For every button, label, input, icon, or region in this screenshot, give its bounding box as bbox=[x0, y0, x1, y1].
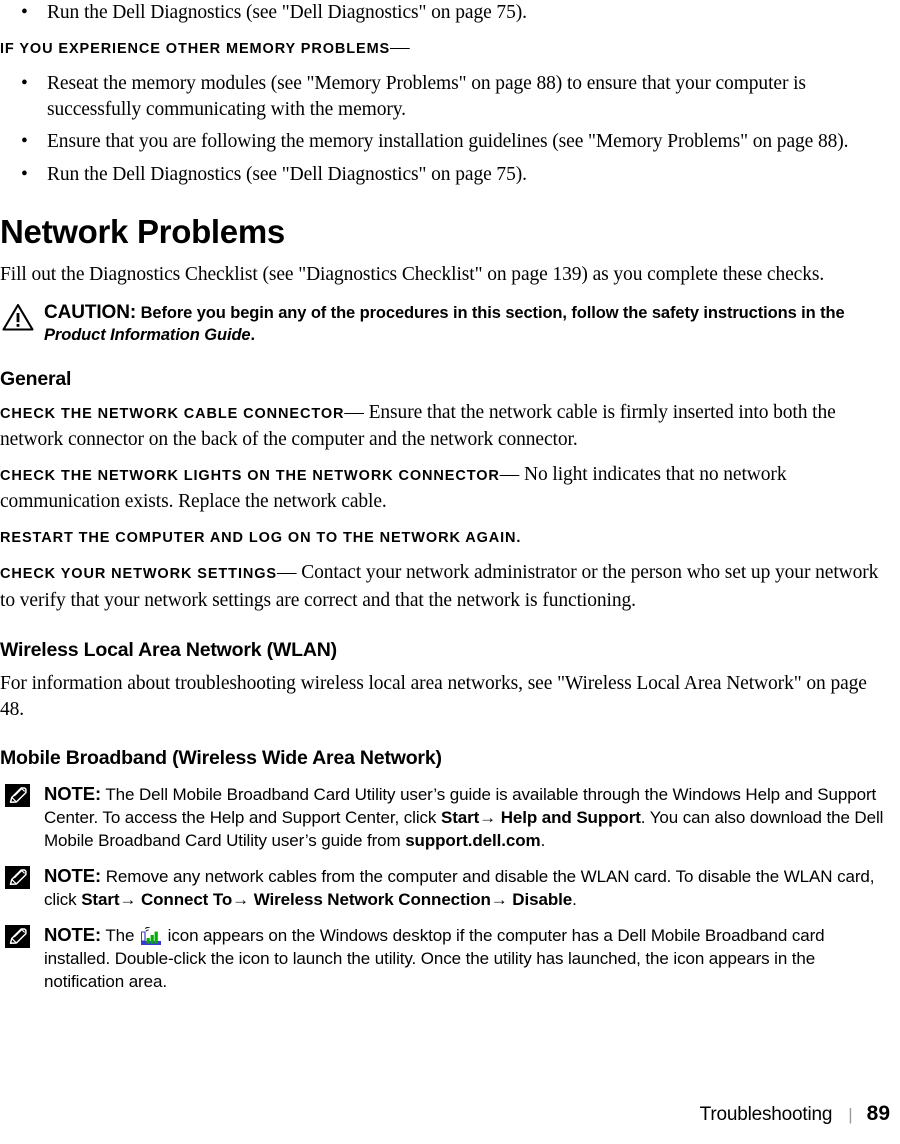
note-segment-3: . bbox=[540, 831, 546, 850]
section-title-network-problems: Network Problems bbox=[0, 213, 285, 250]
runin-heading-dash: — bbox=[277, 562, 297, 583]
runin-heading-label: RESTART THE COMPUTER AND LOG ON TO THE N… bbox=[0, 529, 522, 546]
subsection-title-mobile-broadband: Mobile Broadband (Wireless Wide Area Net… bbox=[0, 747, 442, 769]
runin-check-network-settings: CHECK YOUR NETWORK SETTINGS— Contact you… bbox=[0, 560, 890, 613]
note-pencil-icon bbox=[5, 784, 30, 807]
bullet-dot-icon: • bbox=[21, 163, 28, 185]
note-label: NOTE: bbox=[44, 783, 102, 804]
page-content: • Run the Dell Diagnostics (see "Dell Di… bbox=[0, 0, 890, 993]
warning-triangle-icon bbox=[2, 303, 34, 331]
note-text: NOTE: Remove any network cables from the… bbox=[44, 864, 890, 911]
caution-block: CAUTION: Before you begin any of the pro… bbox=[0, 302, 890, 346]
footer-page-number: 89 bbox=[866, 1102, 890, 1125]
caution-text: CAUTION: Before you begin any of the pro… bbox=[44, 302, 890, 346]
runin-check-network-lights: CHECK THE NETWORK LIGHTS ON THE NETWORK … bbox=[0, 462, 890, 515]
note-bold-1: Start→ Help and Support bbox=[440, 808, 641, 827]
note-block-1: NOTE: The Dell Mobile Broadband Card Uti… bbox=[0, 782, 890, 852]
note-label: NOTE: bbox=[44, 865, 102, 886]
note-block-3: NOTE: The icon appears on the Windows de… bbox=[0, 923, 890, 993]
list-item-label: Ensure that you are following the memory… bbox=[47, 131, 849, 152]
note-pencil-icon bbox=[5, 925, 30, 948]
caution-label: CAUTION: bbox=[44, 301, 137, 323]
list-item-label: Reseat the memory modules (see "Memory P… bbox=[47, 73, 806, 120]
runin-heading-label: CHECK THE NETWORK LIGHTS ON THE NETWORK … bbox=[0, 467, 500, 484]
runin-heading-memory-problems: IF YOU EXPERIENCE OTHER MEMORY PROBLEMS— bbox=[0, 35, 890, 63]
caution-text-before: Before you begin any of the procedures i… bbox=[140, 303, 845, 322]
runin-heading-dash: — bbox=[499, 463, 520, 485]
note-segment-2: icon appears on the Windows desktop if t… bbox=[44, 926, 825, 991]
runin-heading-label: IF YOU EXPERIENCE OTHER MEMORY PROBLEMS bbox=[0, 40, 391, 57]
note-bold-2: support.dell.com bbox=[405, 831, 541, 850]
footer-section-title: Troubleshooting bbox=[699, 1104, 833, 1125]
runin-heading-dash: — bbox=[344, 401, 364, 423]
wlan-paragraph: For information about troubleshooting wi… bbox=[0, 673, 867, 720]
runin-check-network-cable-connector: CHECK THE NETWORK CABLE CONNECTOR— Ensur… bbox=[0, 400, 890, 453]
note-segment-2: . bbox=[572, 890, 577, 909]
page-footer: Troubleshooting | 89 bbox=[0, 1102, 900, 1126]
note-label: NOTE: bbox=[44, 924, 102, 945]
subsection-title-general: General bbox=[0, 367, 72, 390]
runin-heading-dash: — bbox=[390, 36, 410, 58]
footer-separator: | bbox=[848, 1105, 853, 1124]
note-bold-1: Start→ Connect To→ Wireless Network Conn… bbox=[81, 890, 573, 909]
note-text: NOTE: The icon appears on the Windows de… bbox=[44, 923, 890, 993]
note-block-2: NOTE: Remove any network cables from the… bbox=[0, 864, 890, 911]
caution-text-after: . bbox=[250, 325, 256, 344]
list-item: • Run the Dell Diagnostics (see "Dell Di… bbox=[0, 0, 890, 26]
note-text: NOTE: The Dell Mobile Broadband Card Uti… bbox=[44, 782, 890, 852]
bullet-dot-icon: • bbox=[21, 2, 28, 23]
note-segment-1: The bbox=[105, 926, 140, 945]
caution-guide-title: Product Information Guide bbox=[44, 325, 251, 344]
memory-top-bullet-list: • Run the Dell Diagnostics (see "Dell Di… bbox=[0, 0, 890, 26]
bullet-dot-icon: • bbox=[21, 131, 28, 152]
bullet-dot-icon: • bbox=[21, 73, 28, 94]
memory-bullet-list: • Reseat the memory modules (see "Memory… bbox=[0, 71, 890, 187]
network-intro-paragraph: Fill out the Diagnostics Checklist (see … bbox=[0, 264, 825, 285]
list-item: • Reseat the memory modules (see "Memory… bbox=[0, 71, 890, 122]
note-pencil-icon bbox=[5, 866, 30, 889]
list-item-label: Run the Dell Diagnostics (see "Dell Diag… bbox=[47, 2, 527, 23]
document-page: • Run the Dell Diagnostics (see "Dell Di… bbox=[0, 0, 900, 1144]
signal-bars-icon bbox=[141, 926, 162, 945]
runin-heading-label: CHECK THE NETWORK CABLE CONNECTOR bbox=[0, 405, 345, 422]
runin-heading-label: CHECK YOUR NETWORK SETTINGS bbox=[0, 566, 277, 582]
list-item: • Ensure that you are following the memo… bbox=[0, 129, 890, 155]
list-item-label: Run the Dell Diagnostics (see "Dell Diag… bbox=[47, 163, 527, 185]
list-item: • Run the Dell Diagnostics (see "Dell Di… bbox=[0, 162, 890, 188]
runin-restart-computer: RESTART THE COMPUTER AND LOG ON TO THE N… bbox=[0, 524, 890, 552]
subsection-title-wlan: Wireless Local Area Network (WLAN) bbox=[0, 639, 337, 661]
